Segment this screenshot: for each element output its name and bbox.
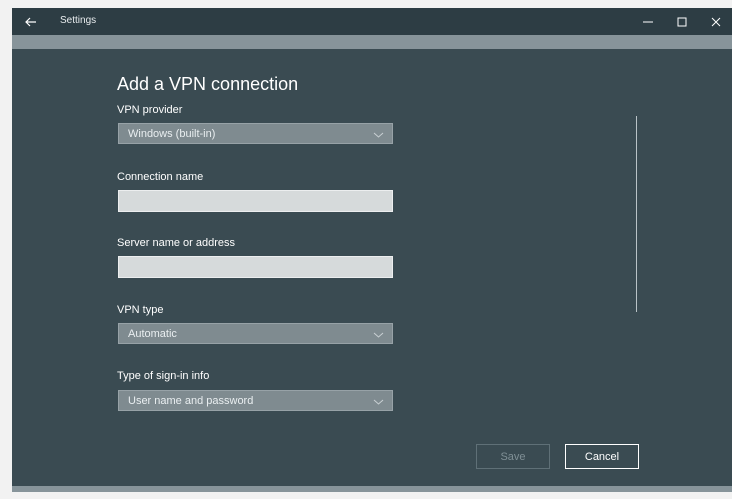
header-strip bbox=[12, 35, 732, 49]
page-title: Add a VPN connection bbox=[117, 74, 299, 94]
cancel-button[interactable]: Cancel bbox=[565, 444, 639, 469]
server-address-field[interactable] bbox=[118, 256, 393, 278]
settings-window: Settings Add a VPN connection VPN provid… bbox=[12, 8, 732, 492]
server-address-label: Server name or address bbox=[117, 237, 235, 249]
vpn-type-value: Automatic bbox=[128, 328, 177, 340]
maximize-icon bbox=[677, 17, 687, 26]
maximize-button[interactable] bbox=[665, 8, 699, 35]
close-icon bbox=[711, 17, 721, 26]
vpn-type-label: VPN type bbox=[117, 304, 164, 316]
connection-name-field[interactable] bbox=[118, 190, 393, 212]
back-arrow-icon bbox=[25, 17, 36, 26]
title-bar: Settings bbox=[12, 8, 732, 35]
close-button[interactable] bbox=[699, 8, 732, 35]
vpn-type-dropdown[interactable]: Automatic bbox=[118, 323, 393, 344]
chevron-down-icon bbox=[373, 332, 384, 338]
sign-in-type-label: Type of sign-in info bbox=[117, 370, 210, 382]
sign-in-type-value: User name and password bbox=[128, 395, 254, 407]
connection-name-label: Connection name bbox=[117, 171, 204, 183]
window-title: Settings bbox=[60, 15, 97, 26]
vpn-provider-dropdown[interactable]: Windows (built-in) bbox=[118, 123, 393, 144]
chevron-down-icon bbox=[373, 399, 384, 405]
save-button[interactable]: Save bbox=[476, 444, 550, 469]
minimize-button[interactable] bbox=[631, 8, 665, 35]
back-button[interactable] bbox=[12, 8, 50, 35]
bottom-strip bbox=[12, 486, 732, 492]
vpn-provider-value: Windows (built-in) bbox=[128, 128, 216, 140]
sign-in-type-dropdown[interactable]: User name and password bbox=[118, 390, 393, 411]
scrollbar[interactable] bbox=[636, 116, 637, 312]
vpn-provider-label: VPN provider bbox=[117, 104, 183, 116]
chevron-down-icon bbox=[373, 132, 384, 138]
minimize-icon bbox=[643, 21, 653, 22]
